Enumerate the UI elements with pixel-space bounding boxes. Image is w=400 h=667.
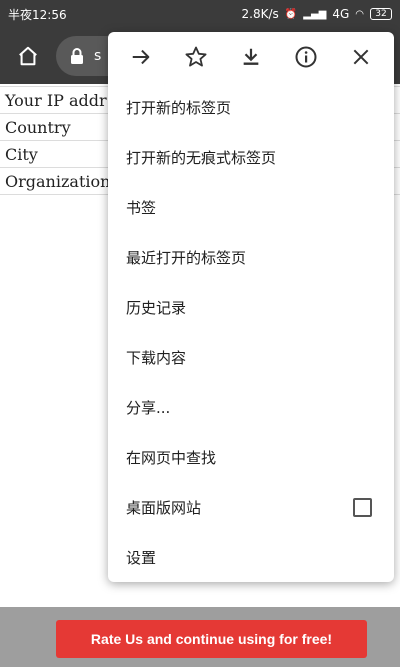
lock-icon [71,48,83,64]
menu-item-label: 打开新的标签页 [126,98,232,117]
menu-item-label: 打开新的无痕式标签页 [126,148,277,167]
download-icon [243,48,259,65]
rate-us-button[interactable]: Rate Us and continue using for free! [56,620,367,658]
info-icon [295,46,317,68]
menu-item-label: 历史记录 [126,298,187,317]
menu-item-new-tab[interactable]: 打开新的标签页 [108,82,394,132]
menu-item-recent-tabs[interactable]: 最近打开的标签页 [108,232,394,282]
overflow-menu: 打开新的标签页 打开新的无痕式标签页 书签 最近打开的标签页 历史记录 下载内容… [108,32,394,582]
menu-item-downloads[interactable]: 下载内容 [108,332,394,382]
home-icon [19,46,37,66]
menu-item-desktop-site[interactable]: 桌面版网站 [108,482,394,532]
menu-item-label: 设置 [126,548,157,567]
forward-button[interactable] [121,37,161,77]
battery-icon: 32 [370,8,392,20]
alarm-icon: ⏰ [284,8,298,20]
download-button[interactable] [231,37,271,77]
menu-item-label: 在网页中查找 [126,448,217,467]
menu-item-history[interactable]: 历史记录 [108,282,394,332]
star-icon [185,46,207,67]
close-icon [353,49,368,65]
status-time: 半夜12:56 [8,7,67,22]
menu-item-share[interactable]: 分享... [108,382,394,432]
status-icons: 2.8K/s ⏰ ▂▄▆ 4G ◠ 32 [242,7,392,21]
desktop-site-checkbox[interactable] [353,497,372,517]
signal-icon: ▂▄▆ [303,8,327,20]
wifi-icon: ◠ [355,8,364,20]
menu-item-new-incognito-tab[interactable]: 打开新的无痕式标签页 [108,132,394,182]
menu-icon-row [108,32,394,82]
network-type: 4G [332,7,350,21]
menu-item-settings[interactable]: 设置 [108,532,394,582]
menu-item-find-in-page[interactable]: 在网页中查找 [108,432,394,482]
home-button[interactable] [10,38,46,74]
menu-item-bookmarks[interactable]: 书签 [108,182,394,232]
menu-item-label: 下载内容 [126,348,187,367]
menu-item-label: 书签 [126,198,157,217]
menu-item-label: 分享... [126,398,171,417]
page-info-button[interactable] [286,37,326,77]
menu-items: 打开新的标签页 打开新的无痕式标签页 书签 最近打开的标签页 历史记录 下载内容… [108,82,394,582]
forward-icon [133,49,150,65]
menu-item-label: 桌面版网站 [126,498,202,517]
bookmark-star-button[interactable] [176,37,216,77]
close-menu-button[interactable] [341,37,381,77]
status-bar: 半夜12:56 2.8K/s ⏰ ▂▄▆ 4G ◠ 32 [0,0,400,28]
menu-item-label: 最近打开的标签页 [126,248,247,267]
net-speed: 2.8K/s [241,7,279,21]
url-text: s [94,48,102,64]
